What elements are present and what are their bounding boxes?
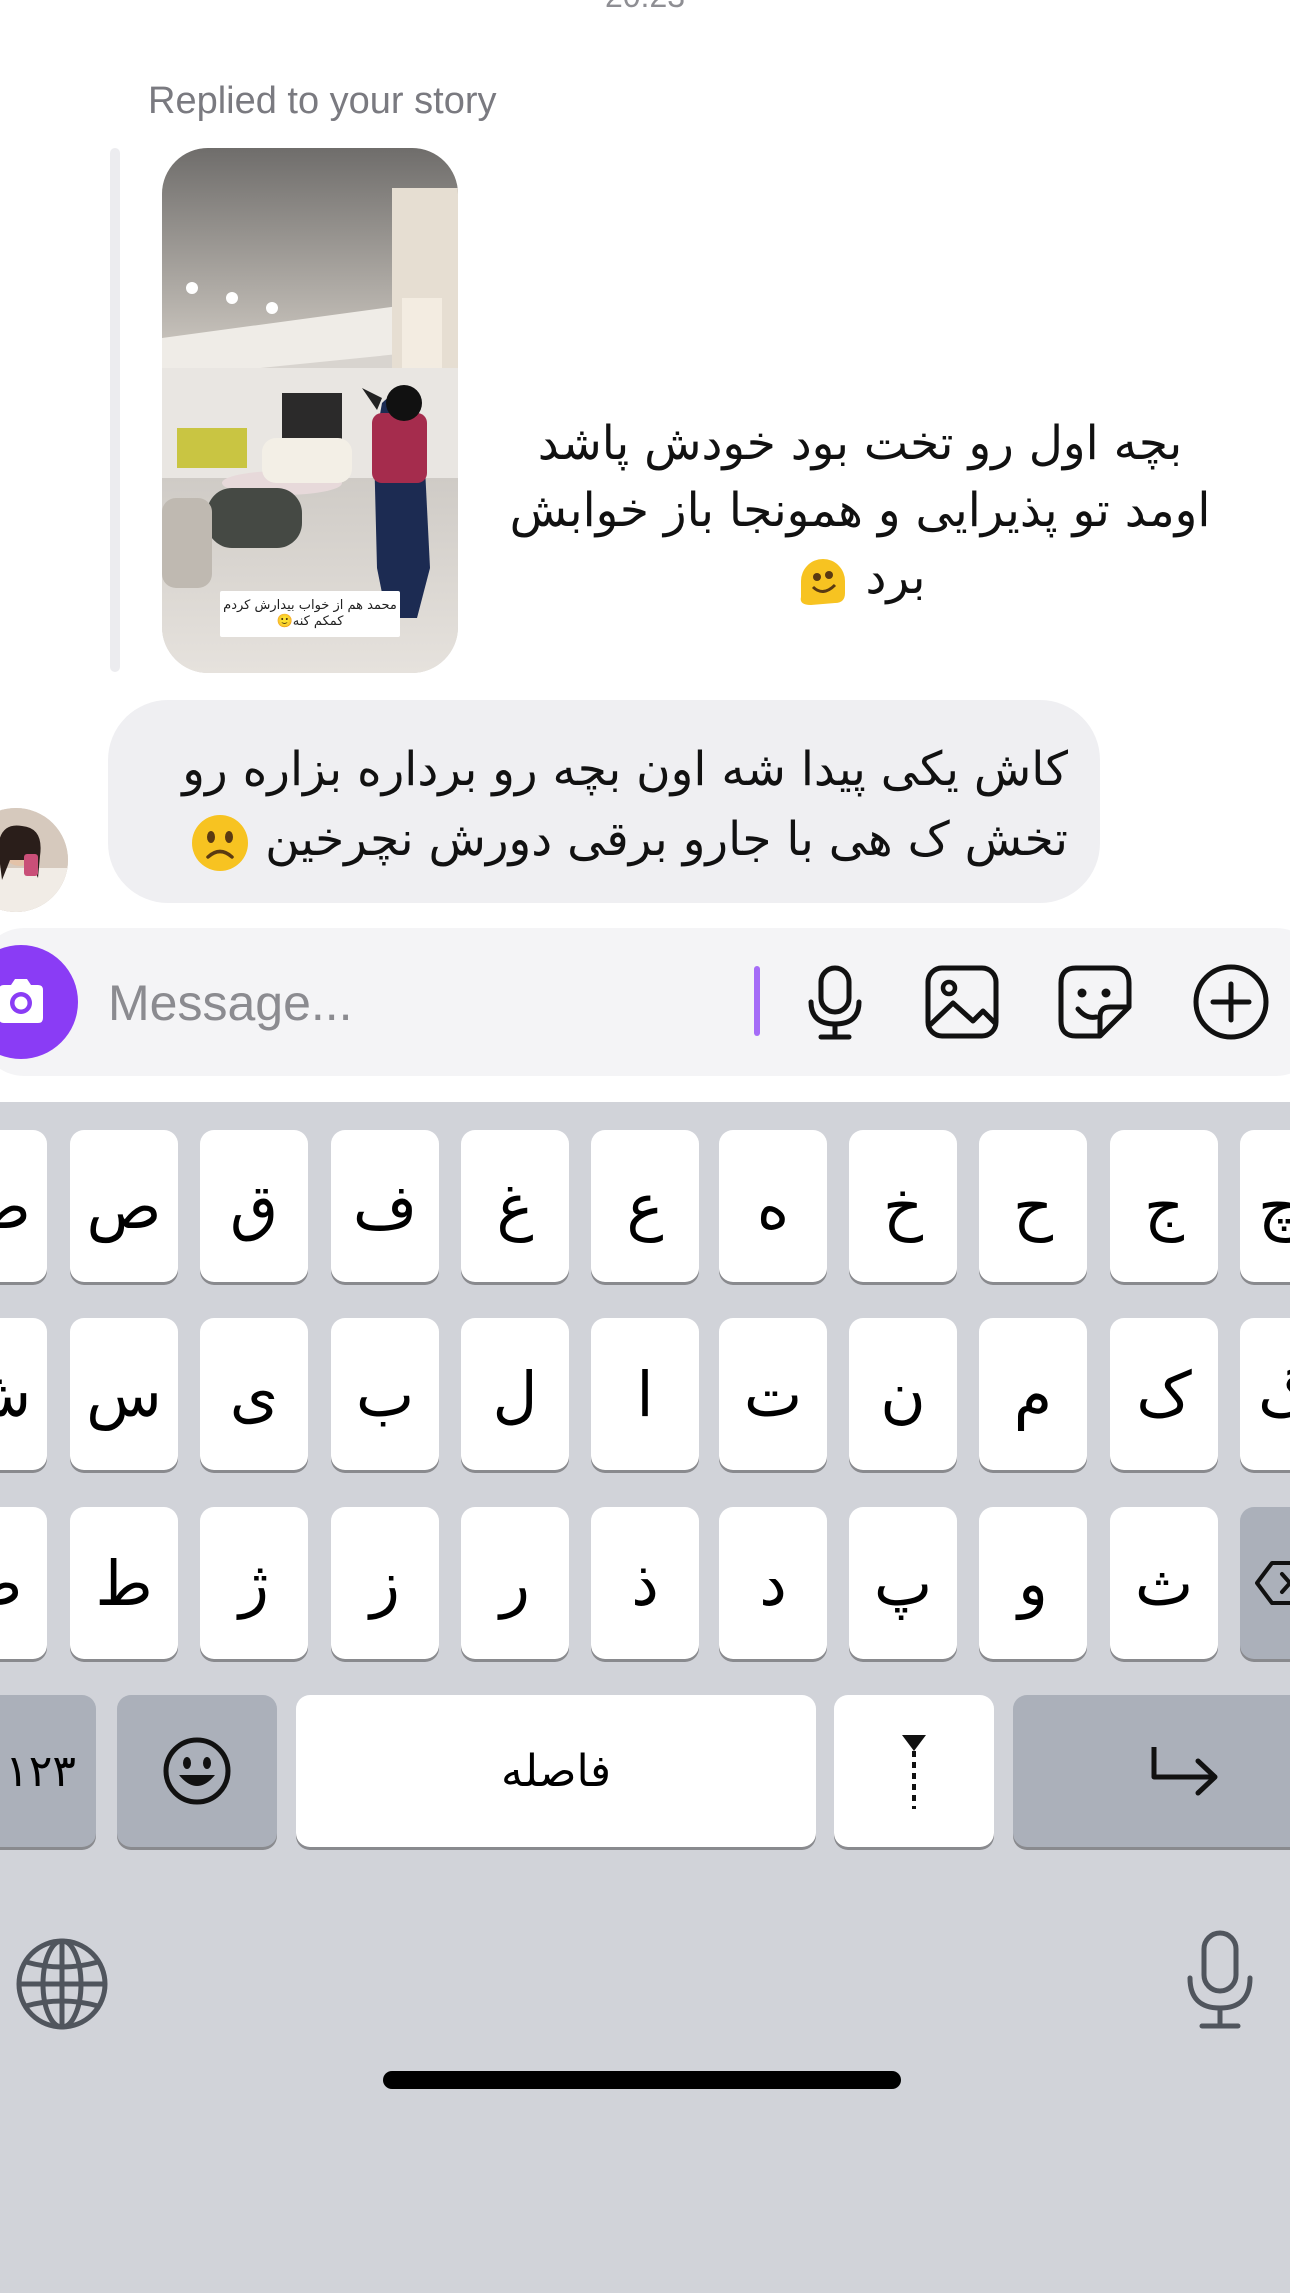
story-reply-message[interactable]: بچه اول رو تخت بود خودش پاشد اومد تو پذی… (490, 410, 1230, 611)
story-caption: محمد هم از خواب بیدارش کردم کمکم کنه🙂 (220, 591, 400, 637)
key-letter[interactable]: ص (70, 1130, 178, 1282)
globe-icon (16, 1938, 108, 2030)
key-letter[interactable]: م (979, 1318, 1087, 1470)
message-line: کاش یکی پیدا شه اون بچه رو برداره بزاره … (182, 742, 1068, 797)
message-line: برد (865, 550, 926, 605)
key-letter[interactable]: س (70, 1318, 178, 1470)
return-icon (1151, 1747, 1218, 1796)
backspace-key[interactable] (1240, 1507, 1290, 1659)
camera-icon (0, 979, 43, 1023)
key-letter[interactable]: ن (849, 1318, 957, 1470)
key-letter[interactable]: ر (461, 1507, 569, 1659)
gallery-icon (925, 965, 999, 1039)
key-letter[interactable]: ه (719, 1130, 827, 1282)
sticker-button[interactable] (1052, 959, 1138, 1045)
key-letter[interactable]: ذ (591, 1507, 699, 1659)
key-letter[interactable]: ظ (0, 1507, 47, 1659)
more-options-button[interactable] (1188, 959, 1274, 1045)
space-key[interactable]: فاصله (296, 1695, 816, 1847)
return-key[interactable] (1013, 1695, 1290, 1847)
key-letter[interactable]: ف (331, 1130, 439, 1282)
key-letter[interactable]: ق (200, 1130, 308, 1282)
frowning-face-emoji-icon (192, 814, 249, 871)
numbers-key[interactable]: ۱۲۳ (0, 1695, 96, 1847)
emoji-icon (163, 1737, 231, 1805)
key-letter[interactable]: ض (0, 1130, 47, 1282)
key-letter[interactable]: چ (1240, 1130, 1290, 1282)
message-line: تخش ک هی با جارو برقی دورش نچرخین (265, 812, 1068, 867)
zwnj-icon (902, 1735, 926, 1809)
microphone-icon (808, 965, 862, 1040)
backspace-icon (1255, 1561, 1290, 1605)
key-letter[interactable]: ت (719, 1318, 827, 1470)
add-icon (1193, 964, 1269, 1040)
message-line: بچه اول رو تخت بود خودش پاشد (537, 416, 1183, 471)
gallery-button[interactable] (919, 959, 1005, 1045)
key-letter[interactable]: گ (1240, 1318, 1290, 1470)
voice-message-button[interactable] (792, 959, 878, 1045)
key-letter[interactable]: ا (591, 1318, 699, 1470)
key-letter[interactable]: و (979, 1507, 1087, 1659)
key-letter[interactable]: ح (979, 1130, 1087, 1282)
keyboard-switch-button[interactable] (14, 1936, 110, 2032)
sticker-icon (1058, 965, 1132, 1039)
emoji-key[interactable] (117, 1695, 277, 1847)
story-thumbnail[interactable]: محمد هم از خواب بیدارش کردم کمکم کنه🙂 (162, 148, 458, 673)
key-letter[interactable]: ش (0, 1318, 47, 1470)
reply-quote-bar (110, 148, 120, 672)
key-letter[interactable]: پ (849, 1507, 957, 1659)
story-reply-label: Replied to your story (148, 80, 497, 122)
key-letter[interactable]: ل (461, 1318, 569, 1470)
dictation-button[interactable] (1180, 1928, 1260, 2032)
message-line: اومد تو پذیرایی و همونجا باز خوابش (509, 483, 1211, 538)
zero-width-non-joiner-key[interactable] (834, 1695, 994, 1847)
message-input[interactable] (108, 968, 738, 1038)
key-letter[interactable]: ث (1110, 1507, 1218, 1659)
key-letter[interactable]: ز (331, 1507, 439, 1659)
key-letter[interactable]: ع (591, 1130, 699, 1282)
avatar-image (0, 808, 68, 912)
key-letter[interactable]: ژ (200, 1507, 308, 1659)
message-text: کاش یکی پیدا شه اون بچه رو برداره بزاره … (138, 735, 1068, 875)
key-letter[interactable]: غ (461, 1130, 569, 1282)
dictation-icon (1187, 1930, 1253, 2029)
key-letter[interactable]: ج (1110, 1130, 1218, 1282)
sender-avatar[interactable] (0, 808, 68, 912)
home-indicator[interactable] (383, 2071, 901, 2089)
story-caption-line: کمکم کنه🙂 (276, 614, 344, 629)
key-letter[interactable]: ی (200, 1318, 308, 1470)
message-line-with-emoji: تخش ک هی با جارو برقی دورش نچرخین (138, 805, 1068, 875)
key-letter[interactable]: د (719, 1507, 827, 1659)
key-letter[interactable]: ک (1110, 1318, 1218, 1470)
story-caption-line: محمد هم از خواب بیدارش کردم (223, 598, 397, 613)
message-timestamp: 20:23 (0, 0, 1290, 15)
text-cursor (754, 966, 760, 1036)
key-letter[interactable]: ط (70, 1507, 178, 1659)
melting-face-emoji-icon (800, 558, 845, 605)
persian-keyboard: ض ص ق ف غ ع ه خ ح ج چ ش س ی ب ل ا ت ن م … (0, 1102, 1290, 2293)
key-letter[interactable]: خ (849, 1130, 957, 1282)
message-line-with-emoji: برد (490, 544, 1230, 611)
key-letter[interactable]: ب (331, 1318, 439, 1470)
